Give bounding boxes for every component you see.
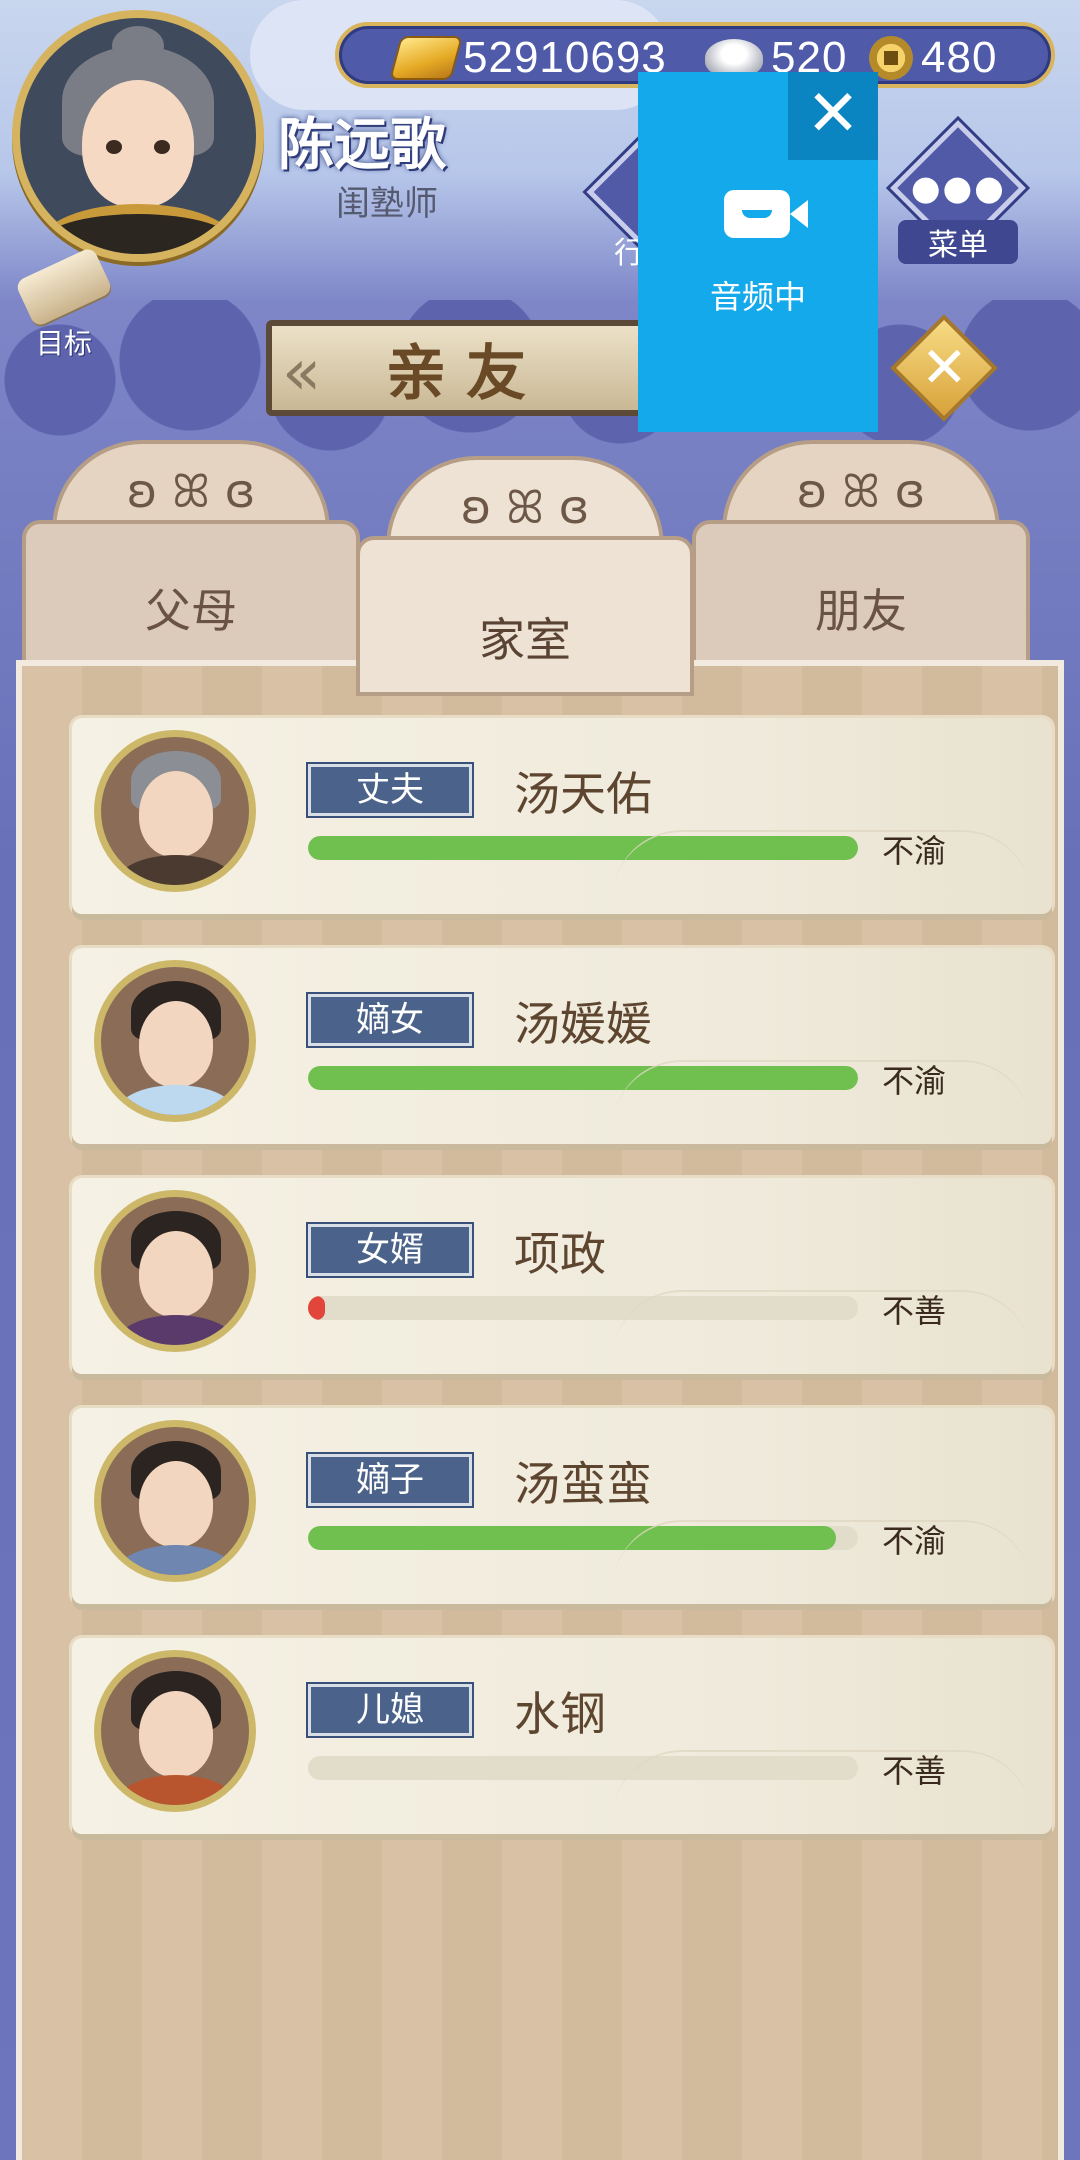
avatar-face (82, 80, 194, 208)
portrait-face (139, 1461, 213, 1547)
avatar-eye-left (106, 140, 122, 154)
audio-call-overlay[interactable]: ✕ 音频中 (638, 72, 878, 432)
tab-label: 家室 (479, 613, 571, 667)
avatar-eye-right (154, 140, 170, 154)
relative-portrait (94, 1190, 256, 1352)
portrait-body (115, 1775, 237, 1805)
chevron-left-decoration-icon: « (282, 336, 322, 410)
menu-label: 菜单 (898, 220, 1018, 264)
relative-card[interactable]: 嫡女 汤媛媛 不渝 (72, 948, 1052, 1144)
tab-friends[interactable]: 朋友 (692, 440, 1030, 680)
portrait-face (139, 1691, 213, 1777)
portrait-body (115, 1545, 237, 1575)
wave-decoration (612, 1520, 1032, 1590)
tab-label: 父母 (145, 584, 237, 638)
wave-decoration (612, 1060, 1032, 1130)
relative-portrait (94, 960, 256, 1122)
portrait-image (101, 1197, 249, 1345)
relation-role-tag: 丈夫 (308, 764, 472, 816)
menu-button[interactable]: ●●● 菜单 (890, 120, 1026, 264)
portrait-image (101, 967, 249, 1115)
relation-role-tag: 女婿 (308, 1224, 472, 1276)
avatar-portrait (20, 18, 256, 254)
close-icon: ✕ (920, 334, 968, 400)
player-avatar[interactable] (12, 10, 264, 262)
page-title: 亲友 (386, 338, 546, 409)
relative-portrait (94, 1650, 256, 1812)
relation-role-tag: 嫡女 (308, 994, 472, 1046)
wave-decoration (612, 1290, 1032, 1360)
relative-card[interactable]: 儿媳 水钢 不善 (72, 1638, 1052, 1834)
tab-parents[interactable]: 父母 (22, 440, 360, 680)
copper-currency: 480 (869, 32, 997, 84)
tab-label: 朋友 (815, 584, 907, 638)
relative-name: 汤蛮蛮 (514, 1457, 652, 1511)
player-name: 陈远歌 (278, 113, 446, 178)
relatives-panel: 丈夫 汤天佑 不渝 嫡女 汤媛媛 不渝 女婿 项政 不善 嫡子 汤蛮蛮 不渝 儿… (16, 660, 1064, 2160)
gold-value: 52910693 (463, 33, 667, 82)
relative-name: 项政 (514, 1227, 606, 1281)
portrait-face (139, 771, 213, 857)
relative-card[interactable]: 嫡子 汤蛮蛮 不渝 (72, 1408, 1052, 1604)
relative-portrait (94, 730, 256, 892)
portrait-image (101, 1427, 249, 1575)
relative-name: 汤天佑 (514, 767, 652, 821)
copper-value: 480 (921, 33, 998, 82)
relation-role-tag: 儿媳 (308, 1684, 472, 1736)
relative-card[interactable]: 女婿 项政 不善 (72, 1178, 1052, 1374)
portrait-body (115, 855, 237, 885)
overlay-close-button[interactable]: ✕ (788, 72, 878, 160)
relative-card[interactable]: 丈夫 汤天佑 不渝 (72, 718, 1052, 914)
audio-status-label: 音频中 (709, 278, 806, 316)
goal-button[interactable]: 目标 (14, 246, 114, 362)
portrait-face (139, 1001, 213, 1087)
gold-currency: 52910693 (391, 32, 667, 84)
wave-decoration (612, 1750, 1032, 1820)
title-banner: « 亲友 (266, 320, 666, 416)
portrait-image (101, 1657, 249, 1805)
player-title: 闺塾师 (336, 184, 438, 224)
ellipsis-icon: ●●● (910, 168, 1006, 209)
scroll-icon (14, 246, 114, 328)
wave-decoration (612, 830, 1032, 900)
relative-name: 水钢 (514, 1687, 606, 1741)
relative-portrait (94, 1420, 256, 1582)
portrait-body (115, 1085, 237, 1115)
video-camera-icon (724, 190, 808, 238)
relation-role-tag: 嫡子 (308, 1454, 472, 1506)
portrait-body (115, 1315, 237, 1345)
tab-family[interactable]: 家室 (356, 456, 694, 696)
portrait-image (101, 737, 249, 885)
portrait-face (139, 1231, 213, 1317)
relative-name: 汤媛媛 (514, 997, 652, 1051)
goal-label: 目标 (35, 327, 92, 360)
relation-bar-fill (308, 1296, 325, 1320)
avatar-robe (40, 204, 236, 254)
gold-ingot-icon (391, 38, 461, 78)
avatar-hair-bun (112, 26, 164, 66)
